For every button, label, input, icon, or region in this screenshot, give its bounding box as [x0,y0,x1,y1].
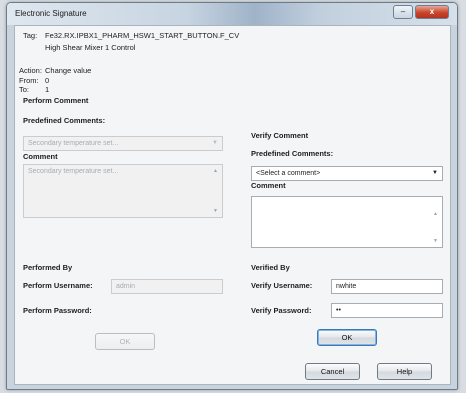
perform-username-label: Perform Username: [23,281,93,290]
verified-by-heading: Verified By [251,263,290,272]
tag-value: Fe32.RX.IPBX1_PHARM_HSW1_START_BUTTON.F_… [45,31,240,40]
chevron-down-icon: ▼ [432,170,438,176]
electronic-signature-window: Electronic Signature – x Tag: Fe32.RX.IP… [6,2,458,390]
perform-comment-textarea[interactable]: Secondary temperature set... ▲ ▼ [23,164,223,218]
perform-password-label: Perform Password: [23,306,92,315]
verify-predefined-value: <Select a comment> [256,170,321,177]
close-button[interactable]: x [415,5,449,19]
verify-predefined-dropdown[interactable]: <Select a comment> ▼ [251,166,443,181]
perform-comment-value: Secondary temperature set... [28,168,119,175]
perform-ok-button[interactable]: OK [95,333,155,350]
to-value: 1 [45,85,50,94]
scroll-down-icon[interactable]: ▼ [433,238,438,244]
verify-comment-heading: Verify Comment [251,131,309,140]
perform-predefined-dropdown[interactable]: Secondary temperature set... ▼ [23,136,223,151]
chevron-down-icon: ▼ [212,140,218,146]
window-controls: – x [393,5,449,19]
window-title: Electronic Signature [15,9,87,18]
title-bar[interactable]: Electronic Signature – x [7,3,457,25]
dialog-body: Tag: Fe32.RX.IPBX1_PHARM_HSW1_START_BUTT… [14,25,451,385]
perform-predefined-label: Predefined Comments: [23,116,106,125]
minimize-button[interactable]: – [393,5,413,19]
perform-username-value: admin [116,283,136,290]
verify-comment-textarea[interactable]: ▲ ▼ [251,196,443,248]
from-value: 0 [45,76,50,85]
perform-username-field[interactable]: admin [111,279,223,294]
verify-predefined-label: Predefined Comments: [251,149,334,158]
action-value: Change value [45,66,92,75]
scroll-up-icon[interactable]: ▲ [213,168,218,174]
verify-password-value: •• [336,307,341,314]
tag-label: Tag: [23,31,38,40]
verify-password-label: Verify Password: [251,306,312,315]
verify-username-label: Verify Username: [251,281,313,290]
verify-username-field[interactable]: nwhite [331,279,443,294]
verify-password-field[interactable]: •• [331,303,443,318]
scroll-down-icon[interactable]: ▼ [213,208,218,214]
performed-by-heading: Performed By [23,263,73,272]
perform-predefined-value: Secondary temperature set... [28,140,119,147]
from-label: From: [19,76,39,85]
scroll-up-icon[interactable]: ▲ [433,211,438,217]
action-label: Action: [19,66,42,75]
help-button[interactable]: Help [377,363,432,380]
verify-username-value: nwhite [336,283,357,290]
verify-ok-button[interactable]: OK [317,329,377,346]
cancel-button[interactable]: Cancel [305,363,360,380]
to-label: To: [19,85,30,94]
perform-comment-heading: Perform Comment [23,96,89,105]
perform-comment-label: Comment [23,152,58,161]
verify-comment-label: Comment [251,181,286,190]
tag-description: High Shear Mixer 1 Control [45,43,136,52]
